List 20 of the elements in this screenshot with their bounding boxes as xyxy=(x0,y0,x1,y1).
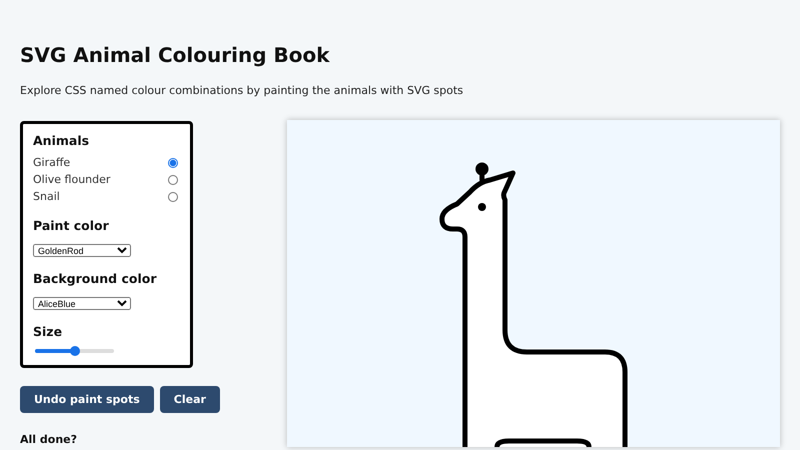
section-heading: Size xyxy=(33,324,64,339)
animal-option-label[interactable]: Snail xyxy=(33,190,60,203)
paint-color-select[interactable]: GoldenRod xyxy=(33,244,131,257)
page-subtitle: Explore CSS named colour combinations by painting the animals with SVG spots xyxy=(20,84,464,98)
animal-option-label[interactable]: Giraffe xyxy=(33,156,70,169)
drawing-canvas[interactable] xyxy=(287,120,780,447)
slider-thumb[interactable] xyxy=(70,346,80,356)
page-title: SVG Animal Colouring Book xyxy=(20,42,331,68)
animal-radio[interactable] xyxy=(168,158,178,168)
section-heading: Paint color xyxy=(33,218,110,233)
animal-radio[interactable] xyxy=(168,174,178,184)
section-heading: Background color xyxy=(33,271,158,286)
section-heading: Animals xyxy=(33,133,90,148)
clear-button[interactable]: Clear xyxy=(160,386,220,413)
animal-radio[interactable] xyxy=(168,192,178,202)
background-color-select[interactable]: AliceBlue xyxy=(33,297,131,310)
animal-option-label[interactable]: Olive flounder xyxy=(33,173,110,186)
size-slider[interactable] xyxy=(35,349,114,353)
undo-button[interactable]: Undo paint spots xyxy=(20,386,154,413)
all-done-heading: All done? xyxy=(20,433,78,446)
